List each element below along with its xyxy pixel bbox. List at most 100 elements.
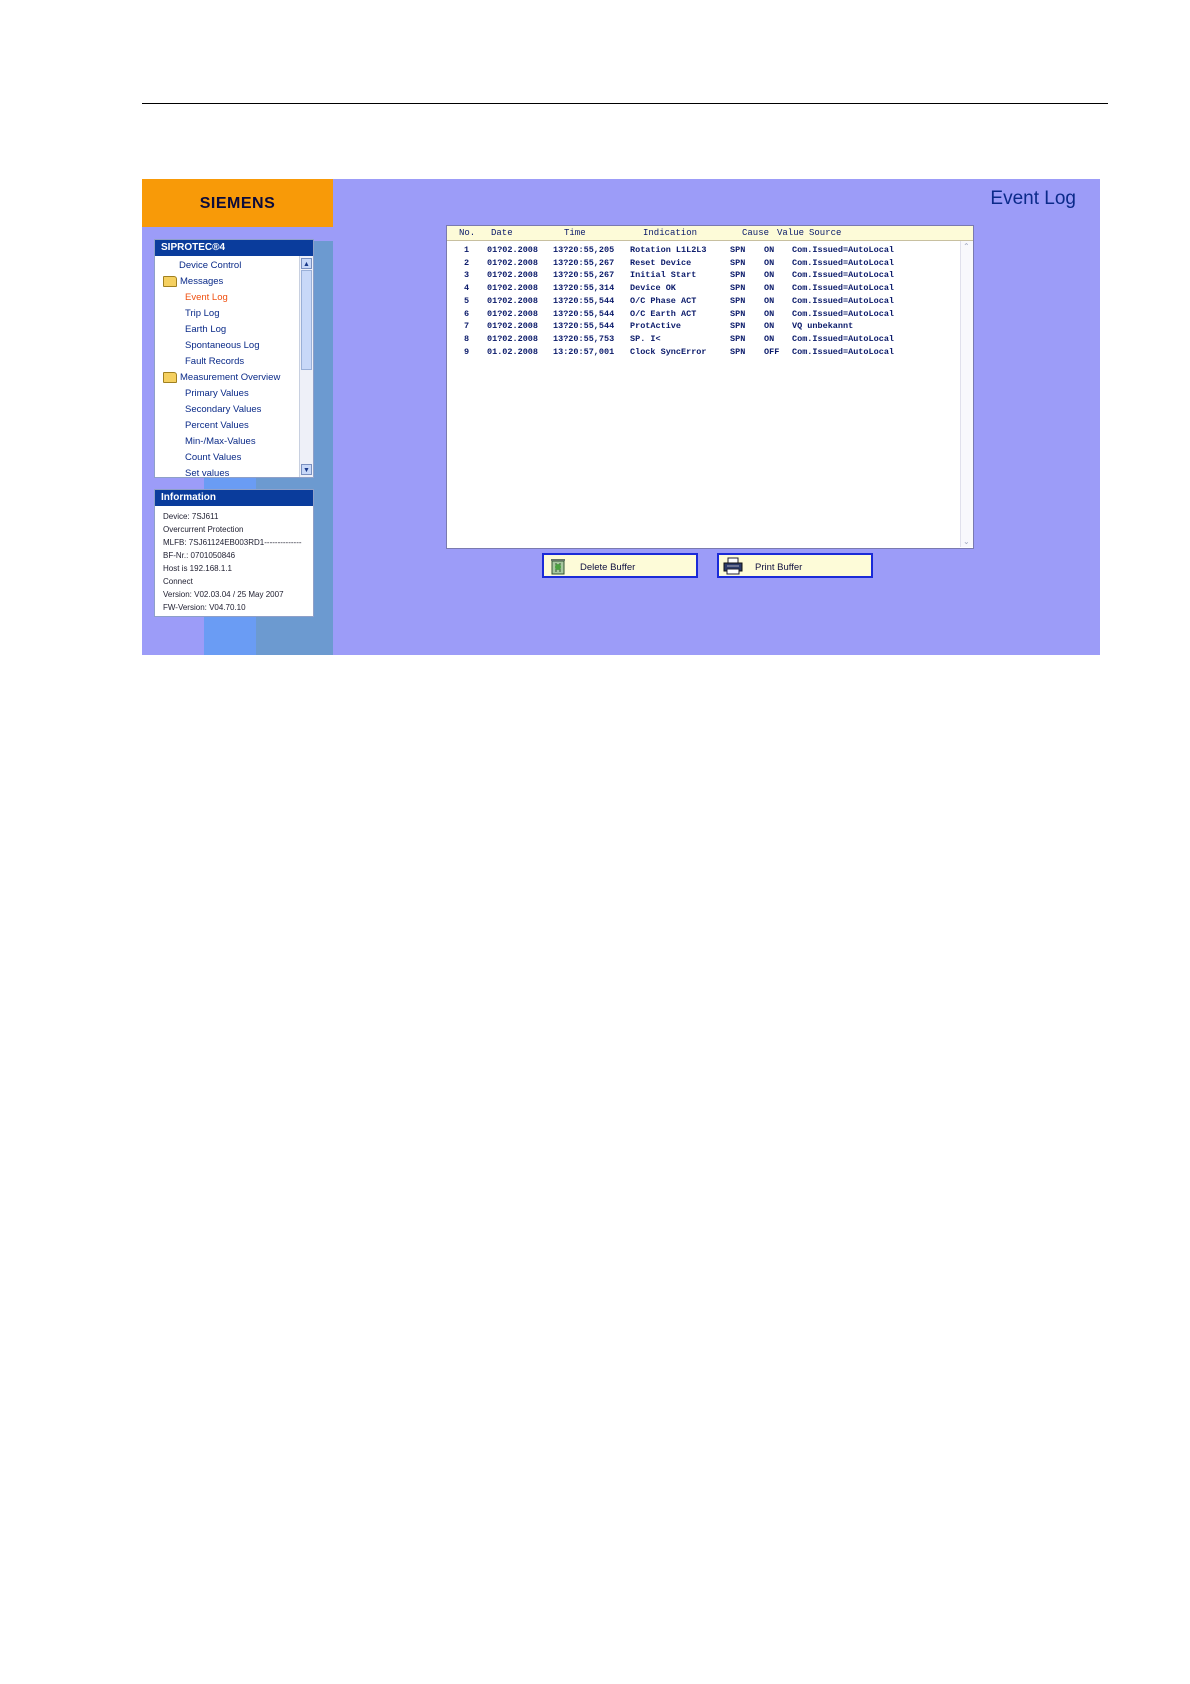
log-cell: Com.Issued=AutoLocal [792, 333, 895, 344]
folder-icon [163, 276, 177, 287]
nav-item[interactable]: Messages [163, 276, 223, 287]
nav-item[interactable]: Percent Values [185, 420, 249, 431]
table-row[interactable]: 7 01?02.2008 13?20:55,544 ProtActive SPN ON VQ… [447, 321, 957, 333]
table-row[interactable]: 4 01?02.2008 13?20:55,314 Device OK SPN ON Com… [447, 283, 957, 295]
nav-item[interactable]: Device Control [179, 260, 241, 271]
log-column-header[interactable]: Time [564, 228, 586, 238]
nav-item[interactable]: Measurement Overview [163, 372, 280, 383]
scroll-down-button[interactable]: ▼ [301, 464, 312, 475]
scroll-up-button[interactable]: ▲ [301, 258, 312, 269]
printer-icon [723, 557, 743, 575]
log-cell: SPN [730, 346, 746, 357]
table-row[interactable]: 9 01.02.2008 13:20:57,001 Clock SyncError SP… [447, 347, 957, 359]
nav-item[interactable]: Spontaneous Log [185, 340, 259, 351]
nav-item-label: Event Log [185, 292, 228, 303]
log-column-header[interactable]: Indication [643, 228, 697, 238]
log-cell: 13:20:57,001 [553, 346, 615, 357]
log-cell: SPN [730, 295, 746, 306]
nav-item-label: Percent Values [185, 420, 249, 431]
info-panel-title: Information [155, 490, 313, 506]
table-row[interactable]: 8 01?02.2008 13?20:55,753 SP. I< SPN ON Com.Is… [447, 334, 957, 346]
info-line: Connect [163, 577, 193, 586]
nav-item-label: Measurement Overview [180, 372, 281, 384]
log-cell: 13?20:55,544 [553, 321, 615, 332]
log-cell: 13?20:55,267 [553, 270, 615, 281]
nav-item-label: Earth Log [185, 324, 227, 335]
log-cell: ON [764, 321, 775, 332]
log-cell: 4 [464, 283, 470, 294]
logo-bar: SIEMENS [142, 179, 333, 227]
nav-item[interactable]: Min-/Max-Values [185, 436, 256, 447]
nav-item[interactable]: Event Log [185, 292, 228, 303]
log-cell: SPN [730, 245, 746, 255]
info-panel: Information Device: 7SJ611 Overcurrent Pr… [154, 489, 314, 617]
log-cell: 01?02.2008 [487, 245, 539, 255]
log-cell: 3 [464, 270, 470, 281]
info-line: FW-Version: V04.70.10 [163, 603, 246, 612]
nav-item-label: Primary Values [185, 388, 249, 399]
log-cell: O/C Phase ACT [630, 295, 697, 306]
delete-buffer-label: Delete Buffer [580, 562, 636, 573]
log-cell: Rotation L1L2L3 [630, 245, 707, 255]
log-cell: SPN [730, 257, 746, 268]
log-column-header[interactable]: Date [491, 228, 513, 238]
print-buffer-button[interactable]: Print Buffer [717, 553, 873, 578]
folder-icon [163, 372, 177, 383]
log-column-header[interactable]: Cause [742, 228, 769, 238]
log-column-header[interactable]: No. [459, 228, 475, 238]
log-scrollbar[interactable]: ⌃ ⌄ [960, 241, 973, 547]
nav-item[interactable]: Secondary Values [185, 404, 261, 415]
nav-item[interactable]: Primary Values [185, 388, 249, 399]
info-line: Version: V02.03.04 / 25 May 2007 [163, 590, 284, 599]
log-cell: Clock SyncError [630, 346, 707, 357]
log-cell: 13?20:55,205 [553, 245, 615, 255]
page-top-rule [142, 103, 1108, 104]
log-cell: Reset Device [630, 257, 692, 268]
log-cell: SPN [730, 270, 746, 281]
info-line: Device: 7SJ611 [163, 512, 219, 521]
table-row[interactable]: 5 01?02.2008 13?20:55,544 O/C Phase ACT SPN O… [447, 296, 957, 308]
nav-item-label: Fault Records [185, 356, 245, 367]
log-cell: 01?02.2008 [487, 283, 539, 294]
print-buffer-label: Print Buffer [755, 562, 803, 573]
delete-buffer-button[interactable]: Delete Buffer [542, 553, 698, 578]
log-cell: 13?20:55,753 [553, 333, 615, 344]
nav-item-label: Spontaneous Log [185, 340, 260, 351]
log-cell: 5 [464, 295, 470, 306]
nav-item[interactable]: Earth Log [185, 324, 226, 335]
log-cell: 13?20:55,314 [553, 283, 615, 294]
log-scroll-down-icon[interactable]: ⌄ [963, 537, 970, 546]
log-scroll-up-icon[interactable]: ⌃ [963, 242, 970, 251]
log-cell: ProtActive [630, 321, 682, 332]
nav-item[interactable]: Count Values [185, 452, 241, 463]
trash-icon [551, 559, 565, 575]
log-cell: O/C Earth ACT [630, 308, 697, 319]
log-cell: ON [764, 270, 775, 281]
log-column-header[interactable]: Source [809, 228, 841, 238]
nav-item-label: Secondary Values [185, 404, 262, 415]
scroll-thumb[interactable] [301, 270, 312, 370]
table-row[interactable]: 3 01?02.2008 13?20:55,267 Initial Start SPN O… [447, 270, 957, 282]
nav-item[interactable]: Trip Log [185, 308, 220, 319]
log-cell: OFF [764, 346, 780, 357]
log-cell: SPN [730, 283, 746, 294]
log-cell: 01?02.2008 [487, 333, 539, 344]
table-row[interactable]: 2 01?02.2008 13?20:55,267 Reset Device SPN ON… [447, 258, 957, 270]
log-cell: 9 [464, 346, 470, 357]
nav-item[interactable]: Fault Records [185, 356, 244, 367]
log-cell: ON [764, 245, 775, 255]
siemens-logo: SIEMENS [199, 195, 276, 212]
nav-item[interactable]: Set values [185, 468, 229, 477]
log-cell: 6 [464, 308, 470, 319]
log-column-header[interactable]: Value [777, 228, 804, 238]
nav-item-label: Count Values [185, 452, 242, 463]
table-row[interactable]: 1 01?02.2008 13?20:55,205 Rotation L1L2L3 SP… [447, 245, 957, 257]
log-cell: SPN [730, 321, 746, 332]
table-row[interactable]: 6 01?02.2008 13?20:55,544 O/C Earth ACT SPN O… [447, 309, 957, 321]
nav-scrollbar[interactable]: ▲ ▼ [299, 256, 313, 477]
log-header: No. Date Time Indication Cause Value Source [447, 226, 973, 241]
log-cell: 13?20:55,544 [553, 295, 615, 306]
log-cell: Com.Issued=AutoLocal [792, 270, 895, 281]
nav-panel-title: SIPROTEC®4 [155, 240, 313, 256]
info-line: Host is 192.168.1.1 [163, 564, 232, 573]
